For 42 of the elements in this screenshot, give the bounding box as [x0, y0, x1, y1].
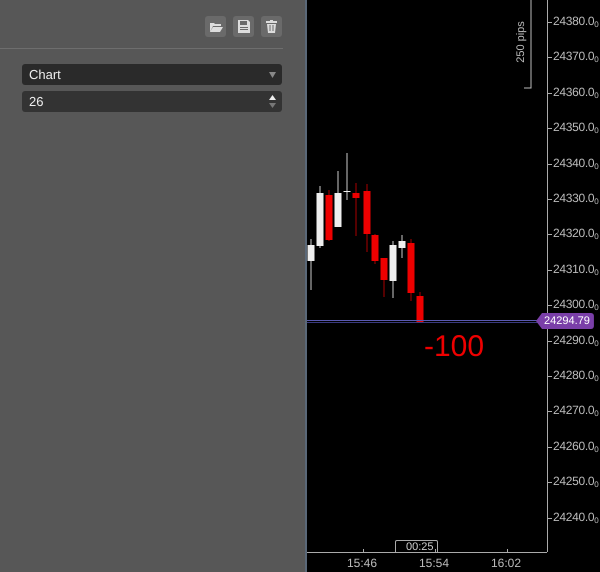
price-axis-label: 24370.0$_{0}$: [553, 49, 598, 64]
price-axis-label: 24330.0$_{0}$: [553, 191, 598, 206]
price-axis-label: 24340.0$_{0}$: [553, 156, 598, 171]
time-axis-label: 15:46: [347, 556, 378, 570]
price-axis-label: 24290.0$_{0}$: [553, 332, 598, 348]
folder-icon: [208, 20, 222, 32]
period-input[interactable]: 26: [22, 91, 282, 112]
candle: [380, 258, 388, 297]
price-axis-label: 24320.0$_{0}$: [553, 226, 598, 242]
save-button[interactable]: [233, 16, 254, 37]
ruler-label: 250 pips: [514, 21, 527, 63]
delete-button[interactable]: [261, 16, 282, 37]
candle: [326, 190, 332, 241]
price-axis-label: 24380.0$_{0}$: [553, 14, 598, 29]
price-axis-label: 24270.0$_{0}$: [553, 403, 598, 418]
chart-type-select[interactable]: Chart: [22, 64, 282, 85]
candle: [344, 153, 350, 200]
candle: [308, 239, 314, 290]
price-axis-label: 24280.0$_{0}$: [553, 368, 598, 383]
annotation-label: -100: [424, 330, 484, 364]
price-axis-label: 24310.0$_{0}$: [553, 262, 598, 277]
open-folder-button[interactable]: [205, 16, 226, 37]
spinner-icon: [269, 95, 276, 108]
countdown-label: 00:25: [395, 540, 438, 552]
candle: [408, 239, 414, 301]
price-axis-label: 24300.0$_{0}$: [553, 297, 598, 312]
price-axis-label: 24260.0$_{0}$: [553, 438, 598, 454]
candle: [390, 241, 396, 298]
candle: [398, 235, 406, 258]
time-axis-label: 16:02: [491, 556, 522, 570]
price-axis-label: 24240.0$_{0}$: [553, 510, 598, 525]
caret-icon: [269, 72, 276, 78]
candle: [416, 292, 424, 323]
time-axis-label: 15:54: [419, 556, 450, 570]
candle: [334, 171, 342, 227]
current-price-badge: 24294.79: [536, 313, 594, 329]
trash-icon: [266, 20, 277, 33]
price-axis-label: 24250.0$_{0}$: [553, 474, 598, 490]
candle: [316, 186, 324, 248]
price-axis-label: 24350.0$_{0}$: [553, 120, 598, 136]
price-axis-label: 24360.0$_{0}$: [553, 84, 598, 100]
candle: [352, 183, 360, 236]
